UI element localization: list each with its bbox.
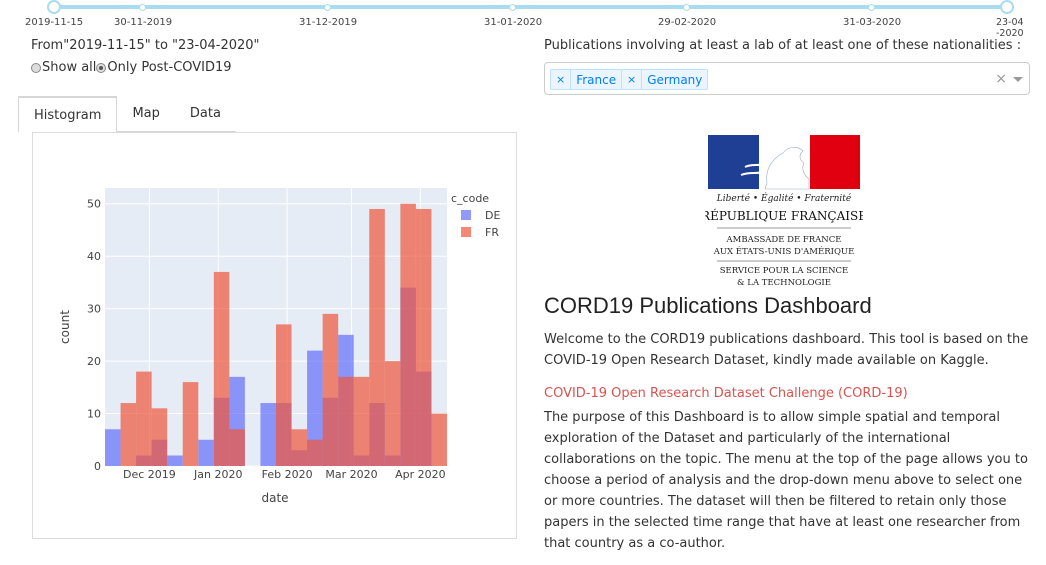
logo-line: & LA TECHNOLOGIE xyxy=(737,278,831,288)
cord19-challenge-link[interactable]: COVID-19 Open Research Dataset Challenge… xyxy=(544,386,908,401)
bar-de xyxy=(260,403,276,466)
date-range-slider[interactable]: 2019-11-15 30-11-2019 31-12-2019 31-01-2… xyxy=(0,0,1046,39)
bar-fr xyxy=(151,408,168,466)
remove-germany-icon[interactable]: × xyxy=(622,70,643,89)
slider-mark-dot xyxy=(683,4,690,11)
slider-mark-dot xyxy=(139,4,146,11)
slider-mark-label: 31-01-2020 xyxy=(484,17,543,28)
flag-blue xyxy=(708,135,759,189)
bar-de xyxy=(167,455,183,466)
bar-fr xyxy=(291,429,308,466)
embassy-logo: Liberté • Égalité • Fraternité RÉPUBLIQU… xyxy=(705,135,863,288)
bar-fr xyxy=(213,271,230,466)
nationalities-dropdown[interactable]: × France × Germany × xyxy=(544,62,1030,95)
bar-fr xyxy=(307,439,323,466)
bar-fr xyxy=(322,313,339,466)
x-tick-label: Jan 2020 xyxy=(193,468,242,481)
bar-fr xyxy=(415,208,432,466)
page-title: CORD19 Publications Dashboard xyxy=(544,293,872,318)
y-tick-label: 50 xyxy=(87,198,101,211)
remove-france-icon[interactable]: × xyxy=(551,70,572,89)
slider-mark-label: 31-12-2019 xyxy=(299,17,358,28)
slider-mark-label: 30-11-2019 xyxy=(114,17,173,28)
bar-fr xyxy=(120,403,137,466)
intro-text: Welcome to the CORD19 publications dashb… xyxy=(544,332,1029,368)
bar-fr xyxy=(384,361,401,466)
legend-label: DE xyxy=(485,209,500,222)
bar-fr xyxy=(369,208,385,466)
tag-label: Germany xyxy=(647,72,703,87)
legend-swatch xyxy=(461,227,471,237)
histogram-chart[interactable]: Dec 2019 Jan 2020 Feb 2020 Mar 2020 Apr 2020… xyxy=(33,133,518,540)
tag-france: × France xyxy=(550,69,623,90)
radio-label-show-all[interactable]: Show all xyxy=(42,60,96,75)
logo-line: AMBASSADE DE FRANCE xyxy=(726,235,842,245)
slider-mark-dot xyxy=(509,4,516,11)
y-tick-label: 0 xyxy=(94,460,101,473)
bar-fr xyxy=(353,376,370,466)
tag-germany: × Germany xyxy=(621,69,709,90)
logo-line: SERVICE POUR LA SCIENCE xyxy=(720,266,849,276)
x-tick-label: Mar 2020 xyxy=(325,468,377,481)
slider-track[interactable] xyxy=(54,5,1008,9)
bar-de xyxy=(198,439,214,466)
nationalities-label: Publications involving at least a lab of… xyxy=(544,38,1022,53)
tab-map[interactable]: Map xyxy=(117,96,175,132)
slider-mark-label: 2019-11-15 xyxy=(25,17,84,28)
radio-show-all[interactable] xyxy=(31,62,41,73)
bar-de xyxy=(105,429,121,466)
slider-mark-label: 29-02-2020 xyxy=(658,17,717,28)
selected-range-text: From"2019-11-15" to "23-04-2020" xyxy=(31,38,260,53)
bar-fr xyxy=(136,371,152,466)
y-tick-label: 30 xyxy=(87,303,101,316)
slider-mark-dot xyxy=(868,4,875,11)
description-text: The purpose of this Dashboard is to allo… xyxy=(544,410,1028,551)
y-axis-title: count xyxy=(58,310,72,344)
bar-fr xyxy=(400,203,416,466)
legend-title: c_code xyxy=(451,192,489,205)
y-tick-label: 20 xyxy=(87,355,101,368)
x-axis-title: date xyxy=(261,491,288,505)
y-tick-label: 10 xyxy=(87,408,101,421)
slider-end-handle[interactable] xyxy=(1000,0,1014,14)
y-tick-label: 40 xyxy=(87,250,101,263)
flag-red xyxy=(810,135,860,189)
x-tick-label: Dec 2019 xyxy=(123,468,176,481)
bar-fr xyxy=(431,413,447,466)
slider-mark-label: 31-03-2020 xyxy=(843,17,902,28)
slider-start-handle[interactable] xyxy=(47,0,61,14)
logo-line: AUX ÉTATS-UNIS D'AMÉRIQUE xyxy=(713,245,855,257)
legend-label: FR xyxy=(485,226,499,239)
logo-motto: Liberté • Égalité • Fraternité xyxy=(716,192,852,204)
legend-swatch xyxy=(461,210,471,220)
tag-label: France xyxy=(576,72,617,87)
bar-fr xyxy=(229,429,245,466)
clear-icon[interactable]: × xyxy=(995,71,1007,87)
slider-mark-dot xyxy=(324,4,331,11)
tab-histogram[interactable]: Histogram xyxy=(18,96,118,132)
logo-republic: RÉPUBLIQUE FRANÇAISE xyxy=(705,208,863,223)
x-tick-label: Apr 2020 xyxy=(395,468,446,481)
period-radio-group: Show all Only Post-COVID19 xyxy=(31,60,232,75)
chevron-down-icon[interactable] xyxy=(1013,77,1023,82)
radio-label-post-covid[interactable]: Only Post-COVID19 xyxy=(107,60,231,75)
bar-fr xyxy=(338,376,354,466)
tab-data[interactable]: Data xyxy=(174,96,236,132)
slider-mark-label: 23-04-2020 xyxy=(996,17,1024,39)
view-tabs: Histogram Map Data xyxy=(18,96,236,132)
x-tick-label: Feb 2020 xyxy=(262,468,313,481)
bar-fr xyxy=(276,324,292,466)
histogram-panel: Dec 2019 Jan 2020 Feb 2020 Mar 2020 Apr 2020… xyxy=(32,132,517,539)
bar-fr xyxy=(182,382,199,466)
radio-post-covid[interactable] xyxy=(96,62,107,73)
